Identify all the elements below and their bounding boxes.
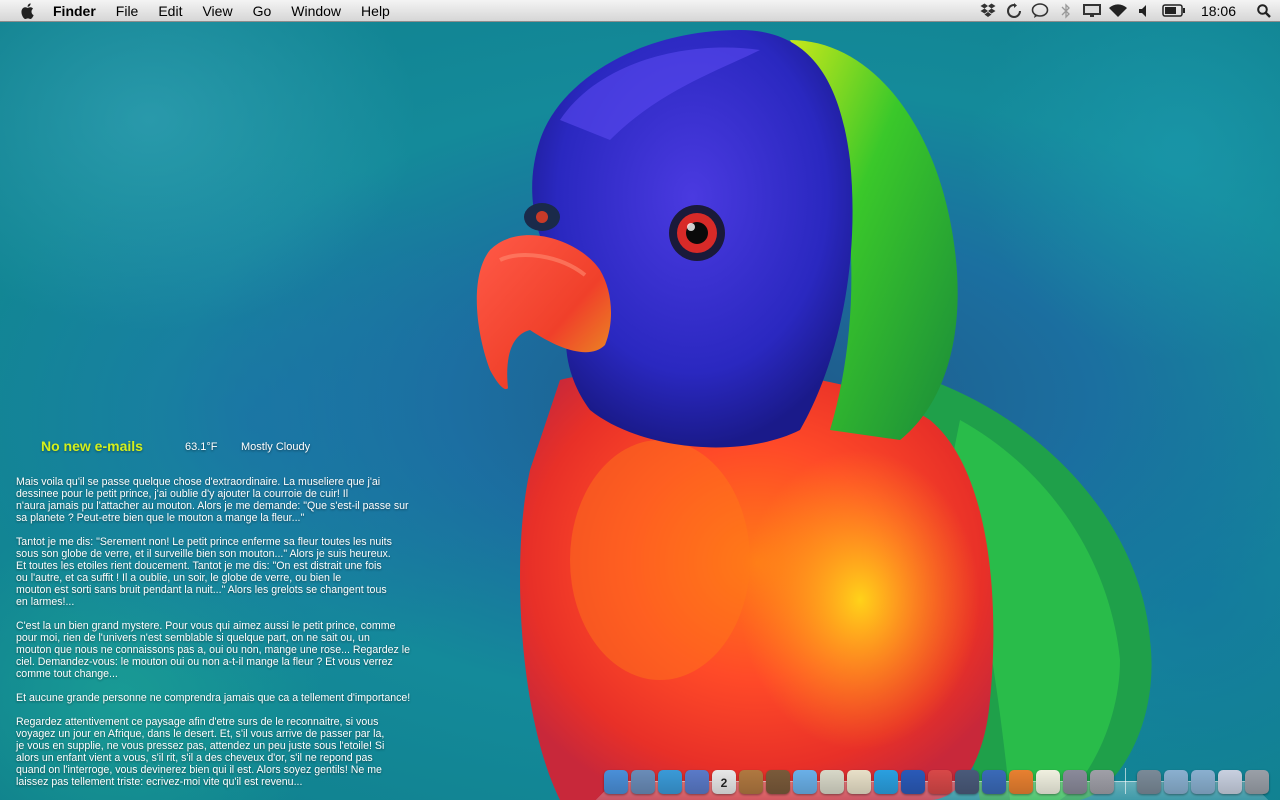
applications-folder-icon[interactable] [1164, 770, 1188, 794]
story-paragraph: Mais voila qu'il se passe quelque chose … [16, 476, 409, 524]
calendar-icon[interactable]: 2 [712, 770, 736, 794]
menu-window[interactable]: Window [281, 0, 351, 22]
trash-icon[interactable] [1245, 770, 1269, 794]
bluetooth-icon[interactable] [1053, 0, 1079, 22]
story-paragraph: Tantot je me dis: "Serement non! Le peti… [16, 536, 392, 608]
desktop-text-widget: Mais voila qu'il se passe quelque chose … [16, 476, 436, 800]
photo-booth-icon[interactable] [820, 770, 844, 794]
chat-bubble-icon[interactable] [1027, 0, 1053, 22]
finder-icon[interactable] [604, 770, 628, 794]
dock-separator [1125, 768, 1126, 794]
menu-file[interactable]: File [106, 0, 149, 22]
quicktime-icon[interactable] [901, 770, 925, 794]
display-icon[interactable] [1079, 0, 1105, 22]
menu-view[interactable]: View [192, 0, 242, 22]
documents-folder-icon[interactable] [1191, 770, 1215, 794]
calendar-date: 2 [720, 776, 728, 790]
menubar-clock[interactable]: 18:06 [1191, 3, 1248, 19]
app-store-icon[interactable] [928, 770, 952, 794]
weather-condition: Mostly Cloudy [241, 441, 311, 453]
weather-temperature: 63.1°F [185, 441, 218, 453]
textedit-icon[interactable] [1036, 770, 1060, 794]
dropbox-icon[interactable] [975, 0, 1001, 22]
facetime-icon[interactable] [685, 770, 709, 794]
iphoto-icon[interactable] [766, 770, 790, 794]
safari-icon[interactable] [658, 770, 682, 794]
pen-tool-icon[interactable] [955, 770, 979, 794]
story-paragraph: Et aucune grande personne ne comprendra … [16, 692, 411, 704]
itunes-icon[interactable] [793, 770, 817, 794]
dock-icons: 2 [604, 768, 1269, 794]
powerpoint-icon[interactable] [1009, 770, 1033, 794]
preview-icon[interactable] [631, 770, 655, 794]
wifi-icon[interactable] [1105, 0, 1131, 22]
word-icon[interactable] [982, 770, 1006, 794]
menu-edit[interactable]: Edit [148, 0, 192, 22]
volume-icon[interactable] [1131, 0, 1157, 22]
menu-help[interactable]: Help [351, 0, 400, 22]
downloads-icon[interactable] [1218, 770, 1242, 794]
system-preferences-icon[interactable] [1090, 770, 1114, 794]
coffee-icon[interactable] [739, 770, 763, 794]
menu-go[interactable]: Go [243, 0, 282, 22]
apple-icon[interactable] [17, 0, 37, 22]
mail-icon[interactable] [847, 770, 871, 794]
network-globe-icon[interactable] [1137, 770, 1161, 794]
status-menus: 18:06 [975, 0, 1280, 22]
battery-icon[interactable] [1157, 0, 1191, 22]
mail-status-widget: No new e-mails [41, 438, 143, 454]
story-paragraph: Regardez attentivement ce paysage afin d… [16, 716, 385, 788]
skype-icon[interactable] [874, 770, 898, 794]
dock: 2 [596, 756, 1269, 800]
image-capture-icon[interactable] [1063, 770, 1087, 794]
sync-icon[interactable] [1001, 0, 1027, 22]
story-paragraph: C'est la un bien grand mystere. Pour vou… [16, 620, 411, 680]
spotlight-search-icon[interactable] [1248, 0, 1280, 22]
app-menu-finder[interactable]: Finder [53, 0, 106, 22]
menu-bar: Finder File Edit View Go Window Help 18:… [0, 0, 1280, 22]
